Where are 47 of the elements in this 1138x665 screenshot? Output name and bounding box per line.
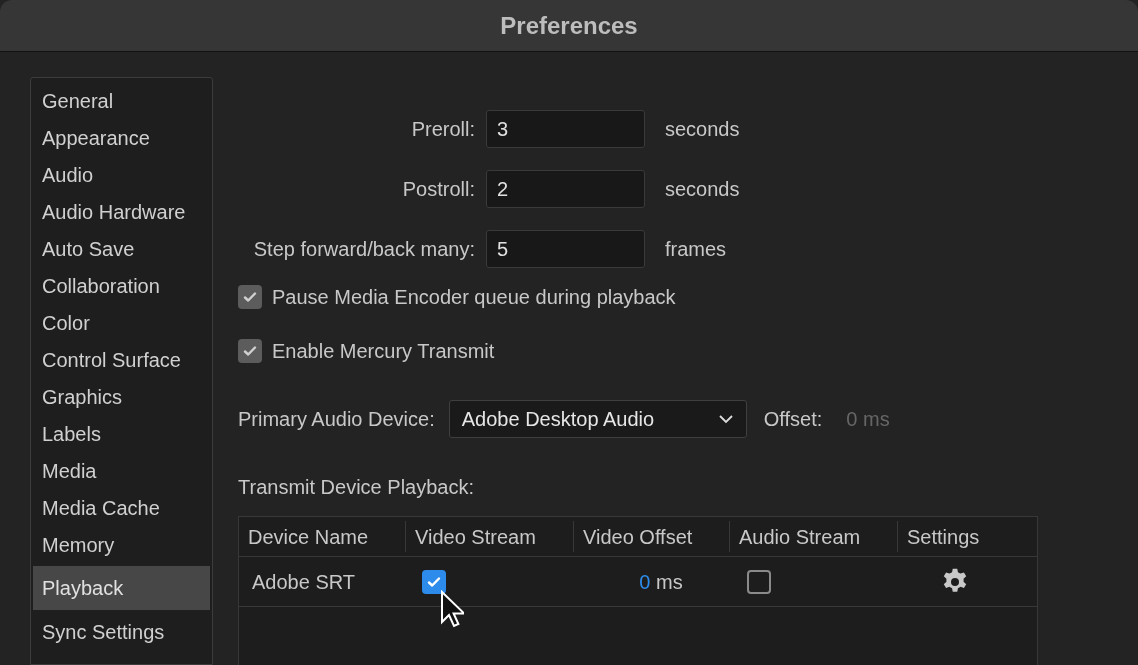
sidebar-item[interactable]: Audio: [33, 156, 210, 193]
field-label: Primary Audio Device:: [238, 407, 435, 432]
checkmark-icon: [242, 343, 258, 359]
sidebar-item[interactable]: Media Cache: [33, 489, 210, 526]
sidebar-item[interactable]: Playback: [33, 566, 210, 610]
column-header: Video Offset: [582, 524, 694, 550]
column-header: Audio Stream: [738, 524, 862, 550]
sidebar-item[interactable]: Auto Save: [33, 230, 210, 267]
sidebar-item[interactable]: General: [33, 82, 210, 119]
offset-value: 0 ms: [638, 569, 683, 595]
sidebar-item[interactable]: Sync Settings: [33, 613, 210, 650]
chevron-down-icon: [717, 414, 734, 424]
field-label: Preroll:: [410, 117, 476, 142]
sidebar-item[interactable]: Appearance: [33, 119, 210, 156]
checkbox[interactable]: [422, 569, 446, 594]
sidebar-item[interactable]: Graphics: [33, 378, 210, 415]
window-title: Preferences: [500, 10, 638, 41]
checkbox[interactable]: [238, 339, 262, 363]
sidebar-item[interactable]: Memory: [33, 526, 210, 563]
unit-label: frames: [665, 237, 727, 262]
column-header: Video Stream: [414, 524, 537, 550]
dropdown[interactable]: Adobe Desktop Audio: [448, 400, 747, 438]
sidebar-item[interactable]: Collaboration: [33, 267, 210, 304]
sidebar-item[interactable]: Audio Hardware: [33, 193, 210, 230]
offset-value: 0 ms: [846, 407, 890, 432]
section-label: Transmit Device Playback:: [238, 475, 475, 500]
table-cell: Adobe SRT: [252, 570, 356, 593]
number-field[interactable]: 5: [486, 230, 645, 268]
field-label: Postroll:: [401, 177, 476, 202]
column-header: Device Name: [247, 524, 370, 550]
number-field[interactable]: 3: [486, 110, 645, 148]
sidebar-item[interactable]: Media: [33, 452, 210, 489]
number-field[interactable]: 2: [486, 170, 645, 208]
column-header: Settings: [906, 524, 981, 550]
sidebar-item[interactable]: Color: [33, 304, 210, 341]
field-label: Offset:: [763, 407, 823, 432]
checkmark-icon: [242, 289, 258, 305]
checkbox[interactable]: [238, 285, 262, 309]
checkbox-label: Enable Mercury Transmit: [272, 339, 495, 364]
checkbox-label: Pause Media Encoder queue during playback: [272, 285, 676, 310]
sidebar-item[interactable]: Labels: [33, 415, 210, 452]
field-label: Step forward/back many:: [252, 237, 476, 262]
checkbox[interactable]: [747, 569, 771, 594]
unit-label: seconds: [665, 177, 740, 202]
unit-label: seconds: [665, 117, 740, 142]
cursor-icon: [440, 590, 464, 628]
sidebar-item[interactable]: Control Surface: [33, 341, 210, 378]
